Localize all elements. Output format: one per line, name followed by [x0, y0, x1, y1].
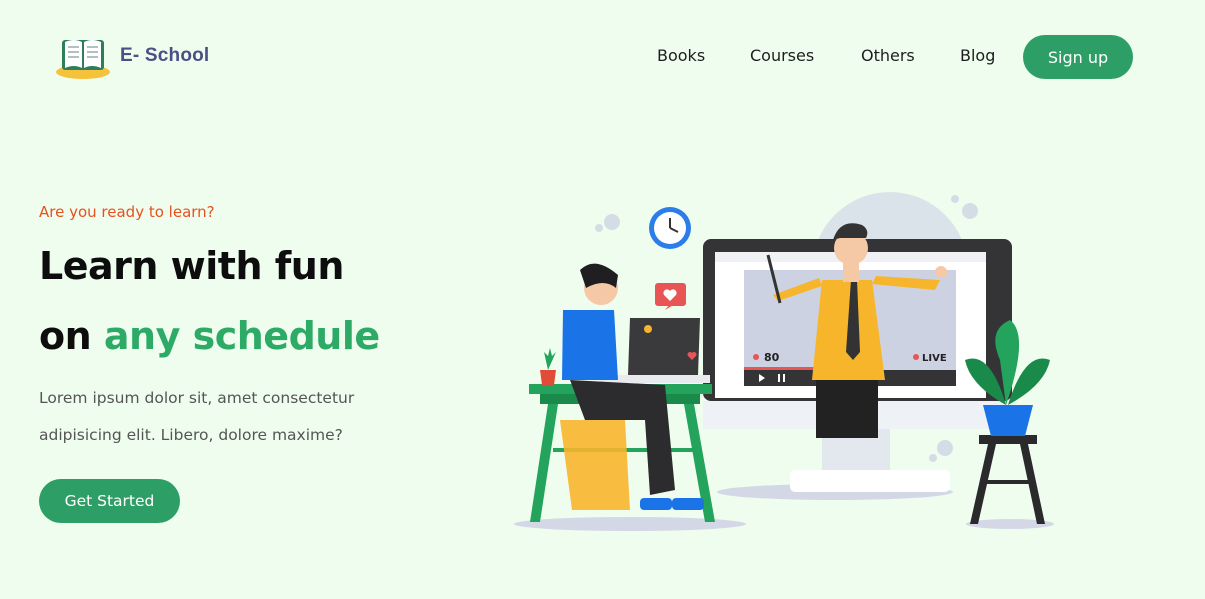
desk-plant: [540, 348, 556, 385]
brand-logo[interactable]: E- School: [54, 32, 209, 80]
hero-title-line2: on any schedule: [39, 314, 380, 358]
hero-lead-line2: adipisicing elit. Libero, dolore maxime?: [39, 426, 343, 444]
nav-link-blog[interactable]: Blog: [960, 46, 995, 65]
hero-lead-line1: Lorem ipsum dolor sit, amet consectetur: [39, 389, 355, 407]
clock-icon: [649, 207, 691, 249]
open-book-icon: [56, 40, 110, 79]
hero-title-line1: Learn with fun: [39, 244, 344, 288]
nav-link-others[interactable]: Others: [861, 46, 915, 65]
hero-title-accent: any schedule: [103, 314, 380, 358]
brand-name: E- School: [120, 45, 210, 66]
viewer-icon: [753, 354, 759, 360]
hero-eyebrow: Are you ready to learn?: [39, 203, 215, 221]
viewer-count: 80: [764, 351, 780, 364]
nav-link-courses[interactable]: Courses: [750, 46, 814, 65]
nav-link-books[interactable]: Books: [657, 46, 705, 65]
live-dot-icon: [913, 354, 919, 360]
get-started-button[interactable]: Get Started: [39, 479, 180, 523]
heart-bubble-icon: [655, 283, 686, 310]
hero-title-prefix: on: [39, 314, 92, 358]
navbar: E- School Books Courses Others Blog Sign…: [0, 0, 1205, 112]
signup-button[interactable]: Sign up: [1023, 35, 1133, 79]
online-learning-illustration: 80 LIVE: [514, 192, 1054, 531]
live-label: LIVE: [922, 353, 947, 364]
